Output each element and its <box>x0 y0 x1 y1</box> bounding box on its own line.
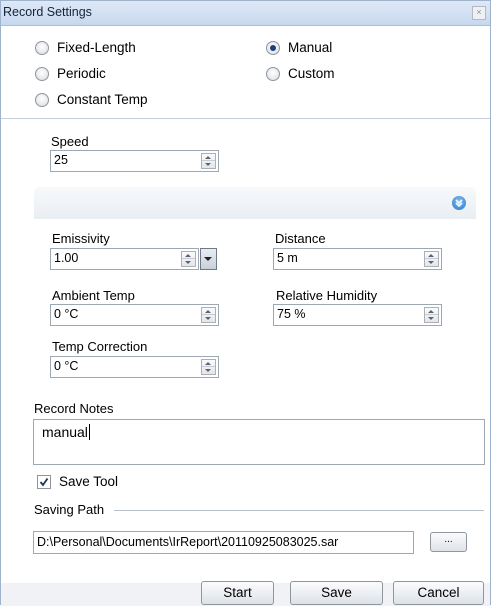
relative-humidity-value: 75 % <box>277 307 306 321</box>
checkbox-checked-icon <box>37 474 51 489</box>
spin-arrows-icon[interactable] <box>424 307 439 323</box>
advanced-expander[interactable] <box>34 187 476 219</box>
settings-content: Speed 25 Emissivity 1.00 Distance 5 m Am… <box>1 119 490 604</box>
record-notes-value: manual <box>42 424 88 440</box>
radio-label: Manual <box>288 40 333 55</box>
relative-humidity-label: Relative Humidity <box>276 288 378 303</box>
saving-path-value: D:\Personal\Documents\IrReport\201109250… <box>37 535 339 549</box>
radio-label: Periodic <box>57 66 106 81</box>
text-caret <box>88 424 90 440</box>
radio-fixed-length[interactable]: Fixed-Length <box>35 40 136 55</box>
temp-correction-spinbox[interactable]: 0 °C <box>50 356 219 378</box>
ambient-temp-label: Ambient Temp <box>52 288 135 303</box>
spin-arrows-icon[interactable] <box>201 153 216 169</box>
radio-button-icon <box>35 66 49 81</box>
speed-spinbox[interactable]: 25 <box>50 150 219 172</box>
radio-label: Custom <box>288 66 335 81</box>
saving-path-divider <box>114 510 484 511</box>
record-mode-group: Fixed-Length Periodic Constant Temp Manu… <box>1 26 490 119</box>
spin-arrows-icon[interactable] <box>201 359 216 375</box>
speed-label: Speed <box>51 134 89 149</box>
emissivity-dropdown-button[interactable] <box>200 248 217 270</box>
saving-path-field[interactable]: D:\Personal\Documents\IrReport\201109250… <box>33 531 414 554</box>
ambient-temp-spinbox[interactable]: 0 °C <box>50 304 219 326</box>
radio-constant-temp[interactable]: Constant Temp <box>35 92 148 107</box>
save-tool-label: Save Tool <box>59 474 119 489</box>
chevron-down-icon <box>204 257 212 261</box>
close-icon[interactable]: × <box>472 6 486 20</box>
emissivity-spinbox[interactable]: 1.00 <box>50 248 199 270</box>
radio-periodic[interactable]: Periodic <box>35 66 106 81</box>
radio-manual[interactable]: Manual <box>266 40 332 55</box>
ambient-temp-value: 0 °C <box>54 307 79 321</box>
saving-path-label: Saving Path <box>34 502 105 517</box>
radio-button-icon <box>266 66 280 81</box>
record-notes-label: Record Notes <box>34 401 114 416</box>
cancel-button[interactable]: Cancel <box>393 581 484 605</box>
distance-value: 5 m <box>277 251 298 265</box>
spin-arrows-icon[interactable] <box>201 307 216 323</box>
radio-label: Constant Temp <box>57 92 148 107</box>
radio-button-selected-icon <box>266 40 280 55</box>
save-tool-checkbox[interactable]: Save Tool <box>37 474 118 489</box>
save-button[interactable]: Save <box>290 581 383 605</box>
relative-humidity-spinbox[interactable]: 75 % <box>273 304 442 326</box>
radio-button-icon <box>35 40 49 55</box>
emissivity-label: Emissivity <box>52 231 110 246</box>
record-notes-textarea[interactable]: manual <box>33 419 485 465</box>
record-settings-window: Record Settings × Fixed-Length Periodic … <box>0 0 491 606</box>
spin-arrows-icon[interactable] <box>424 251 439 267</box>
radio-custom[interactable]: Custom <box>266 66 335 81</box>
dialog-footer: Start Save Cancel <box>1 581 490 606</box>
emissivity-value: 1.00 <box>54 251 79 265</box>
chevron-down-circle-icon[interactable] <box>452 196 466 210</box>
window-title: Record Settings <box>3 5 92 19</box>
browse-button[interactable]: ... <box>430 532 467 552</box>
speed-value: 25 <box>54 153 68 167</box>
radio-label: Fixed-Length <box>57 40 136 55</box>
distance-label: Distance <box>275 231 326 246</box>
temp-correction-label: Temp Correction <box>52 339 148 354</box>
radio-button-icon <box>35 92 49 107</box>
start-button[interactable]: Start <box>201 581 274 605</box>
spin-arrows-icon[interactable] <box>181 251 196 267</box>
title-bar: Record Settings × <box>1 1 490 26</box>
distance-spinbox[interactable]: 5 m <box>273 248 442 270</box>
temp-correction-value: 0 °C <box>54 359 79 373</box>
